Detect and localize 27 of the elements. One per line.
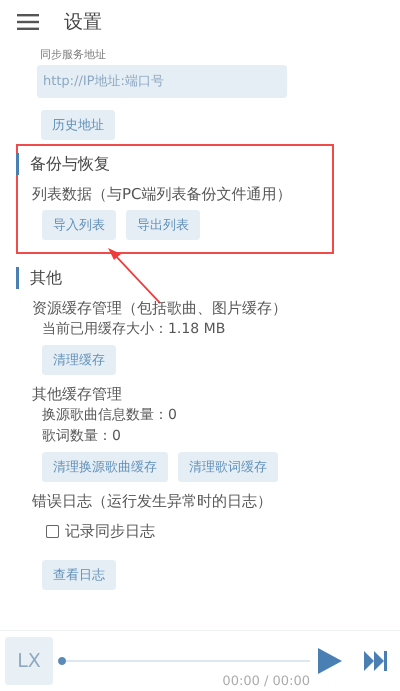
album-cover[interactable]: LX bbox=[5, 637, 53, 685]
info-text: 歌词数量：0 bbox=[42, 427, 121, 446]
page-title: 设置 bbox=[64, 10, 102, 35]
field-label: 同步服务地址 bbox=[40, 48, 106, 61]
action-button[interactable]: 清理歌词缓存 bbox=[178, 452, 278, 482]
checkbox[interactable] bbox=[46, 525, 59, 538]
play-icon[interactable] bbox=[318, 648, 342, 674]
action-button[interactable]: 清理缓存 bbox=[42, 345, 116, 375]
playback-time: 00:00 / 00:00 bbox=[222, 674, 310, 689]
checkbox-option[interactable]: 记录同步日志 bbox=[46, 522, 155, 541]
action-button[interactable]: 查看日志 bbox=[42, 560, 116, 590]
action-button[interactable]: 历史地址 bbox=[41, 110, 115, 140]
action-button[interactable]: 清理换源歌曲缓存 bbox=[42, 452, 168, 482]
action-button[interactable]: 导入列表 bbox=[42, 210, 116, 240]
section-title: 其他 bbox=[30, 268, 62, 288]
slider-thumb[interactable] bbox=[58, 657, 66, 665]
group-title: 列表数据（与PC端列表备份文件通用） bbox=[32, 184, 293, 205]
action-button[interactable]: 导出列表 bbox=[126, 210, 200, 240]
info-text: 当前已用缓存大小：1.18 MB bbox=[42, 320, 226, 339]
group-title: 资源缓存管理（包括歌曲、图片缓存） bbox=[32, 298, 288, 319]
info-text: 换源歌曲信息数量：0 bbox=[42, 406, 177, 425]
group-title: 错误日志（运行发生异常时的日志） bbox=[32, 491, 273, 512]
next-icon[interactable] bbox=[364, 651, 388, 671]
group-title: 其他缓存管理 bbox=[32, 384, 123, 405]
address-field[interactable]: http://IP地址:端口号 bbox=[37, 65, 287, 98]
section-title: 备份与恢复 bbox=[30, 154, 110, 174]
menu-icon[interactable] bbox=[17, 14, 39, 30]
